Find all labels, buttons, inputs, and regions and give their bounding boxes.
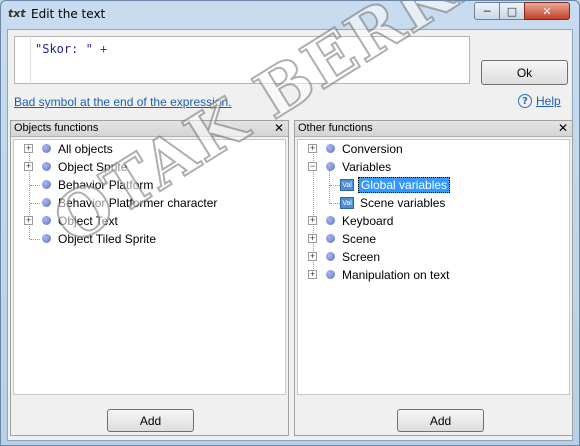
add-other-function-button[interactable]: Add [397, 409, 484, 432]
tree-line [30, 239, 40, 240]
category-icon [326, 162, 335, 171]
expand-icon[interactable]: + [24, 144, 33, 153]
category-icon [326, 252, 335, 261]
panel-title: Other functions [298, 122, 373, 134]
category-icon [326, 216, 335, 225]
object-icon [42, 216, 51, 225]
object-icon [42, 234, 51, 243]
expression-editor[interactable]: "Skor: " + [14, 36, 470, 84]
minimize-button[interactable]: ─ [474, 2, 500, 20]
tree-item-label: Object Text [58, 214, 118, 228]
expand-icon[interactable]: + [24, 162, 33, 171]
panel-header: Objects functions ✕ [11, 121, 288, 137]
dialog-body: "Skor: " + Ok Bad symbol at the end of t… [7, 29, 573, 441]
tree-line [329, 168, 330, 204]
maximize-button[interactable]: □ [499, 2, 525, 20]
panel-title: Objects functions [14, 122, 99, 134]
category-icon [326, 234, 335, 243]
expression-text[interactable]: "Skor: " + [35, 42, 107, 56]
close-window-button[interactable]: ✕ [524, 2, 570, 20]
category-icon [326, 270, 335, 279]
behavior-icon [42, 198, 51, 207]
tree-item-label: Variables [342, 160, 392, 174]
tree-line [330, 203, 340, 204]
object-icon [42, 144, 51, 153]
close-icon[interactable]: ✕ [274, 121, 284, 135]
help-label[interactable]: Help [536, 94, 561, 108]
tree-item-label: Scene [342, 232, 377, 246]
other-functions-tree[interactable]: + Conversion − Variables Val Global vari… [297, 139, 570, 395]
expand-icon[interactable]: + [308, 252, 317, 261]
edit-text-dialog: txt Edit the text ─ □ ✕ "Skor: " + Ok Ba… [0, 0, 580, 446]
tree-line [30, 185, 40, 186]
behavior-icon [42, 180, 51, 189]
tree-item-label: Object Tiled Sprite [58, 232, 157, 246]
add-object-function-button[interactable]: Add [107, 409, 194, 432]
expand-icon[interactable]: + [308, 216, 317, 225]
variable-icon: Val [340, 179, 354, 191]
expression-operator: + [92, 42, 108, 56]
tree-line [330, 185, 340, 186]
tree-item-label: Behavior Platformer character [58, 196, 218, 210]
expand-icon[interactable]: + [308, 144, 317, 153]
tree-item-label: Screen [342, 250, 381, 264]
tree-line [30, 203, 40, 204]
other-functions-panel: Other functions ✕ + Conversion − Variabl… [294, 120, 573, 436]
expand-icon[interactable]: + [308, 270, 317, 279]
tree-item-label: Scene variables [360, 196, 446, 210]
window-title: Edit the text [31, 7, 106, 21]
txt-icon: txt [8, 7, 26, 20]
ok-button[interactable]: Ok [481, 60, 568, 85]
help-icon: ? [518, 94, 532, 108]
tree-item-label: Manipulation on text [342, 268, 450, 282]
title-bar[interactable]: txt Edit the text ─ □ ✕ [1, 1, 579, 29]
category-icon [326, 144, 335, 153]
object-icon [42, 162, 51, 171]
panel-header: Other functions ✕ [295, 121, 572, 137]
variable-icon: Val [340, 197, 354, 209]
tree-item-label: Conversion [342, 142, 403, 156]
editor-gutter [15, 37, 31, 83]
tree-item-label: Behavior Platform [58, 178, 154, 192]
help-link[interactable]: ? Help [518, 94, 561, 108]
tree-item-label: Keyboard [342, 214, 394, 228]
expand-icon[interactable]: + [308, 234, 317, 243]
collapse-icon[interactable]: − [308, 162, 317, 171]
close-icon[interactable]: ✕ [558, 121, 568, 135]
objects-tree[interactable]: + All objects + Object Sprite Behavior P… [13, 139, 286, 395]
tree-item-label: All objects [58, 142, 113, 156]
tree-item-label: Object Sprite [58, 160, 128, 174]
error-message-link[interactable]: Bad symbol at the end of the expression. [14, 95, 231, 109]
expand-icon[interactable]: + [24, 216, 33, 225]
expression-string: "Skor: " [35, 42, 93, 56]
objects-functions-panel: Objects functions ✕ + All objects + Obje… [10, 120, 289, 436]
tree-item-label-selected: Global variables [358, 177, 451, 193]
